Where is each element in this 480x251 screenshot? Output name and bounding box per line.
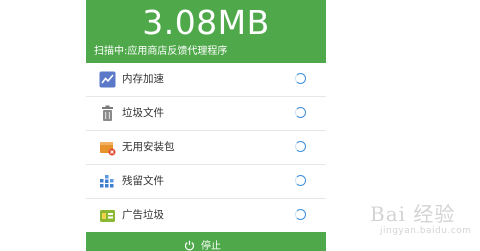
- scan-item-unused-packages[interactable]: 无用安装包: [86, 131, 326, 165]
- scan-item-residual-files[interactable]: 残留文件: [86, 165, 326, 199]
- watermark-subtext: jingyan.baidu.com: [380, 226, 472, 236]
- baidu-watermark: Bai 经验 jingyan.baidu.com: [366, 196, 476, 246]
- scan-item-label: 无用安装包: [122, 141, 175, 153]
- footer-bar: 停止: [86, 232, 326, 251]
- loading-spinner-icon: [295, 175, 306, 186]
- watermark-text: Bai 经验: [370, 202, 456, 226]
- loading-spinner-icon: [295, 141, 306, 152]
- scan-item-label: 内存加速: [122, 73, 164, 85]
- scan-item-label: 垃圾文件: [122, 107, 164, 119]
- scan-item-label: 广告垃圾: [122, 209, 164, 221]
- trash-can-icon: [102, 105, 113, 121]
- file-grid-icon: [100, 175, 114, 188]
- package-box-icon: [100, 142, 116, 156]
- scan-status-text: 扫描中:应用商店反馈代理程序: [94, 46, 228, 57]
- scan-item-ad-junk[interactable]: 广告垃圾: [86, 199, 326, 232]
- scan-header: 3.08MB 扫描中:应用商店反馈代理程序: [86, 0, 326, 63]
- loading-spinner-icon: [295, 73, 306, 84]
- scan-item-label: 残留文件: [122, 175, 164, 187]
- stop-button-label: 停止: [201, 241, 221, 251]
- stop-button[interactable]: 停止: [86, 232, 326, 251]
- ad-android-icon: [100, 210, 115, 222]
- loading-spinner-icon: [295, 107, 306, 118]
- scan-size-value: 3.08MB: [142, 3, 270, 42]
- scan-item-junk-files[interactable]: 垃圾文件: [86, 97, 326, 131]
- cleaner-screen: 3.08MB 扫描中:应用商店反馈代理程序 内存加速 垃圾文件 无用安装包 残留…: [86, 0, 326, 251]
- power-icon: [184, 240, 195, 251]
- scan-item-list: 内存加速 垃圾文件 无用安装包 残留文件 广告垃圾: [86, 63, 326, 232]
- scan-item-memory[interactable]: 内存加速: [86, 63, 326, 97]
- loading-spinner-icon: [295, 209, 306, 220]
- trend-chart-icon: [99, 71, 116, 88]
